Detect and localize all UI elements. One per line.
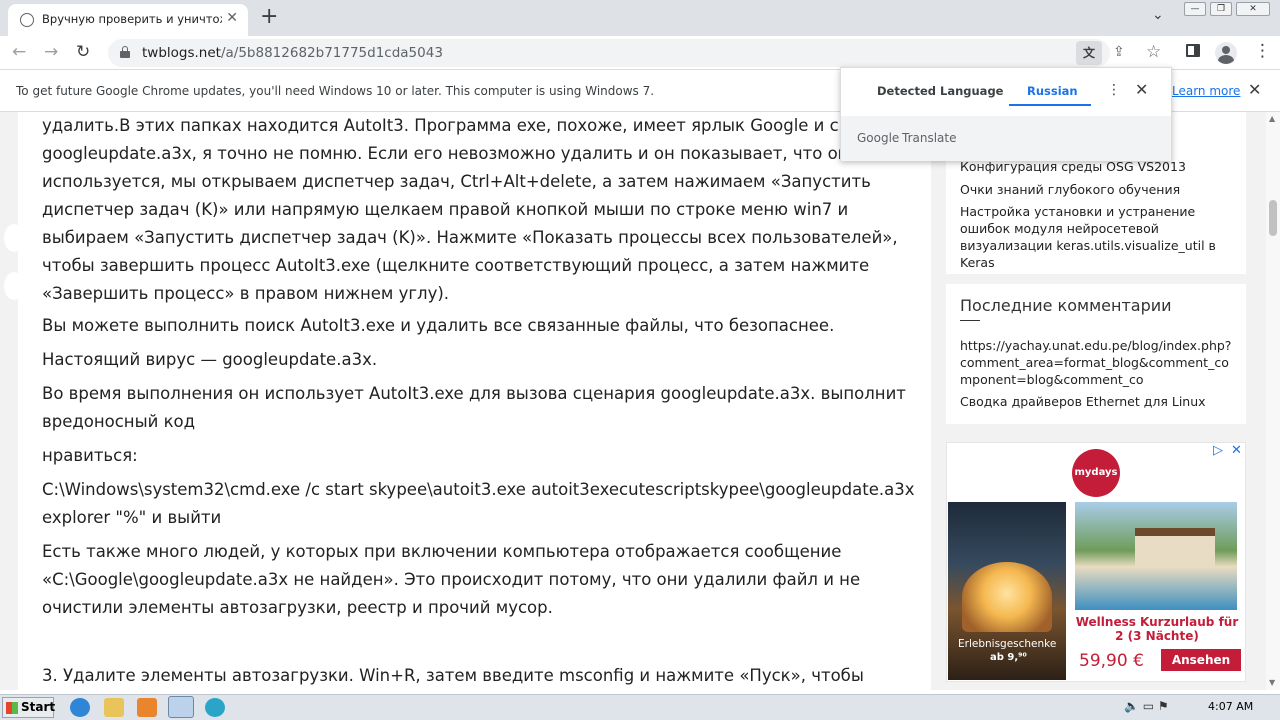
translate-footer: Google Translate	[841, 116, 1171, 161]
tab-russian[interactable]: Russian	[1027, 84, 1078, 98]
start-button[interactable]: Start	[2, 697, 56, 718]
active-tab-indicator	[1009, 104, 1091, 106]
infobar-close-icon[interactable]: ✕	[1248, 80, 1261, 99]
chrome-taskbar-icon[interactable]	[168, 696, 194, 718]
scroll-down-icon[interactable]: ▼	[1269, 678, 1275, 687]
article-paragraph: 3. Удалите элементы автозагрузки. Win+R,…	[42, 666, 864, 685]
article-paragraph: нравиться:	[42, 446, 138, 465]
ad-close-icon[interactable]: ✕	[1231, 443, 1242, 458]
ad-headline[interactable]: Wellness Kurzurlaub für 2 (3 Nächte)	[1072, 615, 1242, 643]
taskbar-clock[interactable]: 4:07 AM	[1208, 700, 1253, 713]
recent-post-link[interactable]: Настройка установки и устранение ошибок …	[960, 203, 1236, 271]
media-player-icon[interactable]	[137, 698, 157, 717]
recent-post-link[interactable]: Очки знаний глубокого обучения	[960, 181, 1236, 198]
side-panel-icon[interactable]	[1186, 44, 1200, 57]
ad-image-price: ab 9,⁹⁰	[990, 652, 1027, 663]
translate-label: Translate	[902, 131, 957, 145]
heading-divider	[960, 320, 980, 321]
page-scrollbar[interactable]: ▲ ▼	[1266, 112, 1280, 690]
recent-comments-widget: Последние комментарии https://yachay.una…	[946, 284, 1246, 424]
translate-close-icon[interactable]: ✕	[1135, 80, 1148, 99]
minimize-button[interactable]: —	[1184, 2, 1206, 16]
browser-toolbar: ← → ↻ twblogs.net/a/5b8812682b71775d1cda…	[0, 36, 1280, 70]
comment-link[interactable]: https://yachay.unat.edu.pe/blog/index.ph…	[960, 337, 1236, 388]
infobar-message: To get future Google Chrome updates, you…	[16, 84, 655, 98]
comments-heading: Последние комментарии	[960, 296, 1172, 315]
article-paragraph: C:\Windows\system32\cmd.exe /c start sky…	[42, 480, 915, 527]
windows-logo-icon	[6, 702, 18, 714]
forward-button[interactable]: →	[44, 42, 58, 62]
lock-icon[interactable]	[120, 46, 130, 58]
comment-link[interactable]: Сводка драйверов Ethernet для Linux	[960, 393, 1236, 410]
adchoices-icon[interactable]: ▷	[1213, 443, 1223, 458]
profile-avatar-icon[interactable]	[1215, 42, 1237, 64]
article-paragraph: Во время выполнения он использует AutoIt…	[42, 384, 906, 431]
reload-button[interactable]: ↻	[76, 42, 90, 62]
article-paragraph: Настоящий вирус — googleupdate.a3x.	[42, 350, 378, 369]
decorative-circle	[4, 272, 24, 300]
advertisement[interactable]: ▷ ✕ mydays Erlebnisgeschenke ab 9,⁹⁰ Wel…	[946, 442, 1246, 682]
tab-strip: Вручную проверить и уничтожить ✕ + ⌄ — ❐…	[0, 0, 1280, 36]
start-label: Start	[21, 700, 56, 714]
article-paragraph: Вы можете выполнить поиск AutoIt3.exe и …	[42, 316, 835, 335]
article-paragraph: Есть также много людей, у которых при вк…	[42, 542, 861, 617]
windows-taskbar: Start 🔈 ▭ ⚑ 4:07 AM	[0, 694, 1280, 720]
google-logo: Google	[857, 131, 900, 145]
ad-image-dome[interactable]: Erlebnisgeschenke ab 9,⁹⁰	[948, 502, 1066, 680]
new-tab-button[interactable]: +	[260, 4, 278, 29]
decorative-circle	[4, 224, 24, 252]
page-viewport: удалить.В этих папках находится AutoIt3.…	[0, 112, 1266, 690]
url-text[interactable]: twblogs.net/a/5b8812682b71775d1cda5043	[142, 45, 443, 61]
tab-title: Вручную проверить и уничтожить	[42, 12, 222, 26]
close-tab-icon[interactable]: ✕	[226, 10, 238, 26]
edge-icon[interactable]	[205, 698, 225, 717]
browser-tab[interactable]: Вручную проверить и уничтожить ✕	[8, 4, 248, 36]
tab-search-chevron-icon[interactable]: ⌄	[1152, 7, 1164, 23]
internet-explorer-icon[interactable]	[70, 698, 90, 717]
learn-more-link[interactable]: Learn more	[1172, 84, 1240, 98]
share-icon[interactable]: ⇪	[1113, 44, 1125, 60]
ad-price: 59,90 €	[1079, 651, 1144, 671]
scroll-up-icon[interactable]: ▲	[1269, 114, 1275, 123]
system-tray[interactable]: 🔈 ▭ ⚑	[1124, 699, 1169, 713]
back-button[interactable]: ←	[12, 42, 26, 62]
ad-image-hotel[interactable]	[1075, 502, 1237, 610]
ad-image-caption: Erlebnisgeschenke	[958, 638, 1057, 650]
favicon-icon	[20, 13, 34, 27]
article-body: удалить.В этих папках находится AutoIt3.…	[4, 112, 931, 690]
more-options-icon[interactable]: ⋮	[1107, 82, 1121, 98]
bookmark-star-icon[interactable]: ☆	[1146, 42, 1161, 62]
close-window-button[interactable]: ✕	[1236, 2, 1270, 16]
article-paragraph: удалить.В этих папках находится AutoIt3.…	[42, 116, 913, 303]
scroll-thumb[interactable]	[1269, 200, 1277, 236]
address-bar[interactable]: twblogs.net/a/5b8812682b71775d1cda5043 文…	[108, 39, 1161, 67]
chrome-menu-icon[interactable]: ⋮	[1254, 41, 1271, 61]
restore-button[interactable]: ❐	[1210, 2, 1232, 16]
translate-popup: Detected Language Russian ⋮ ✕ Google Tra…	[840, 67, 1172, 161]
translate-icon[interactable]: 文	[1076, 41, 1102, 65]
tab-detected-language[interactable]: Detected Language	[877, 84, 1003, 98]
ad-cta-button[interactable]: Ansehen	[1161, 649, 1241, 671]
file-explorer-icon[interactable]	[104, 698, 124, 717]
ad-brand-logo[interactable]: mydays	[1072, 449, 1120, 497]
